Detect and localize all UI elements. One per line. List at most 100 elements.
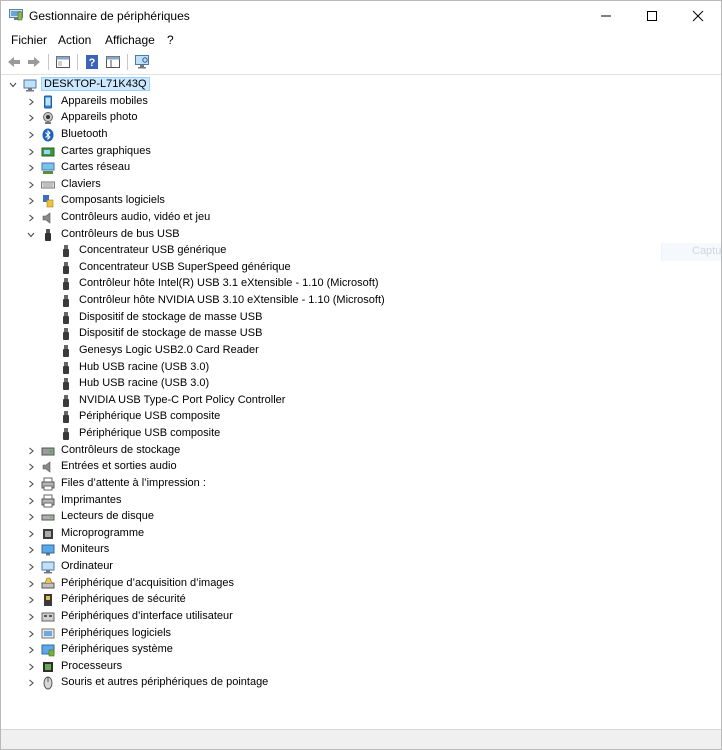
tree-category[interactable]: Bluetooth [1, 127, 701, 144]
tree-item-label: Périphérique USB composite [79, 427, 221, 439]
title-bar[interactable]: Gestionnaire de périphériques [1, 1, 721, 30]
usb-device-icon [63, 245, 69, 258]
tree-category[interactable]: Composants logiciels [1, 193, 701, 210]
tree-category[interactable]: Cartes graphiques [1, 144, 701, 161]
chevron-right-icon[interactable] [26, 462, 36, 472]
tree-usb-device[interactable]: NVIDIA USB Type-C Port Policy Controller [1, 393, 701, 410]
tree-usb-device[interactable]: Dispositif de stockage de masse USB [1, 310, 701, 327]
chevron-right-icon[interactable] [26, 113, 36, 123]
tree-category[interactable]: Imprimantes [1, 493, 701, 510]
tree-item-label: Appareils mobiles [61, 94, 148, 107]
tree-item-label: Files d’attente à l’impression : [61, 476, 206, 489]
tree-usb-device[interactable]: Hub USB racine (USB 3.0) [1, 376, 701, 393]
toolbar: ? [1, 50, 721, 75]
back-button[interactable] [4, 52, 24, 72]
tree-category[interactable]: Souris et autres périphériques de pointa… [1, 675, 701, 692]
tree-category[interactable]: Claviers [1, 177, 701, 194]
tree-category[interactable]: Appareils mobiles [1, 94, 701, 111]
tree-usb-device[interactable]: Concentrateur USB générique [1, 243, 701, 260]
tree-item-label: Contrôleurs audio, vidéo et jeu [61, 211, 211, 223]
chevron-right-icon[interactable] [26, 645, 36, 655]
chevron-right-icon[interactable] [26, 595, 36, 605]
chevron-right-icon[interactable] [26, 97, 36, 107]
tree-usb-device[interactable]: Périphérique USB composite [1, 426, 701, 443]
device-tree[interactable]: DESKTOP-L71K43Q Appareils mobiles Appareil… [1, 77, 721, 727]
tree-category[interactable]: Files d’attente à l’impression : [1, 476, 701, 493]
chevron-down-icon[interactable] [8, 80, 18, 90]
chevron-right-icon[interactable] [26, 579, 36, 589]
chevron-right-icon[interactable] [26, 562, 36, 572]
help-button[interactable]: ? [82, 52, 102, 72]
tree-usb-device[interactable]: Dispositif de stockage de masse USB [1, 326, 701, 343]
tree-category[interactable]: Ordinateur [1, 559, 701, 576]
chevron-right-icon[interactable] [26, 479, 36, 489]
chevron-right-icon[interactable] [26, 529, 36, 539]
chevron-right-icon[interactable] [26, 662, 36, 672]
tooltip-remnant-text: Captu [692, 245, 722, 257]
chevron-right-icon[interactable] [26, 545, 36, 555]
view-button[interactable] [103, 52, 123, 72]
menu-fichier[interactable]: Fichier [11, 33, 47, 47]
tree-category[interactable]: Périphériques de sécurité [1, 592, 701, 609]
forward-button[interactable] [24, 52, 44, 72]
computer-icon [41, 561, 55, 574]
chevron-right-icon[interactable] [26, 213, 36, 223]
tree-root[interactable]: DESKTOP-L71K43Q [1, 77, 701, 94]
usb-device-icon [63, 394, 69, 407]
tree-category-usb-expanded[interactable]: Contrôleurs de bus USB [1, 227, 701, 244]
tree-category[interactable]: Microprogramme [1, 526, 701, 543]
keyboard-icon [41, 181, 55, 189]
tree-category[interactable]: Lecteurs de disque [1, 509, 701, 526]
tree-item-label: Lecteurs de disque [61, 510, 154, 523]
tree-category[interactable]: Contrôleurs de stockage [1, 443, 701, 460]
tree-category[interactable]: Entrées et sorties audio [1, 459, 701, 476]
tree-usb-device[interactable]: Contrôleur hôte Intel(R) USB 3.1 eXtensi… [1, 276, 701, 293]
chevron-right-icon[interactable] [26, 678, 36, 688]
forward-arrow-icon [28, 57, 40, 67]
chevron-right-icon[interactable] [26, 147, 36, 157]
menu-action[interactable]: Action [58, 33, 91, 47]
chevron-right-icon[interactable] [26, 629, 36, 639]
tree-category[interactable]: Cartes réseau [1, 160, 701, 177]
tree-category[interactable]: Périphériques système [1, 642, 701, 659]
display-adapter-icon [41, 147, 55, 156]
tree-usb-device[interactable]: Concentrateur USB SuperSpeed générique [1, 260, 701, 277]
tree-item-label: Périphérique d’acquisition d’images [61, 576, 235, 589]
tree-usb-device[interactable]: Hub USB racine (USB 3.0) [1, 360, 701, 377]
tree-category[interactable]: Périphérique d’acquisition d’images [1, 576, 701, 593]
maximize-button[interactable] [629, 1, 675, 30]
tree-category[interactable]: Contrôleurs audio, vidéo et jeu [1, 210, 701, 227]
tree-category[interactable]: Processeurs [1, 659, 701, 676]
tree-usb-device[interactable]: Périphérique USB composite [1, 409, 701, 426]
tree-category[interactable]: Moniteurs [1, 542, 701, 559]
usb-device-icon [63, 361, 69, 374]
chevron-right-icon[interactable] [26, 163, 36, 173]
chevron-right-icon[interactable] [26, 180, 36, 190]
software-device-icon [41, 628, 55, 638]
window-title: Gestionnaire de périphériques [29, 9, 190, 23]
minimize-button[interactable] [583, 1, 629, 30]
chevron-right-icon[interactable] [26, 130, 36, 140]
monitor-scan-icon [135, 55, 149, 69]
menu-help[interactable]: ? [167, 33, 174, 47]
scan-hardware-button[interactable] [132, 52, 152, 72]
tree-category[interactable]: Appareils photo [1, 110, 701, 127]
processor-icon [43, 661, 53, 672]
tree-usb-device[interactable]: Genesys Logic USB2.0 Card Reader [1, 343, 701, 360]
chevron-right-icon[interactable] [26, 446, 36, 456]
tree-category[interactable]: Périphériques logiciels [1, 626, 701, 643]
properties-button[interactable] [53, 52, 73, 72]
usb-icon [45, 228, 51, 241]
chevron-down-icon[interactable] [26, 230, 36, 240]
chevron-right-icon[interactable] [26, 496, 36, 506]
tree-item-label: NVIDIA USB Type-C Port Policy Controller [79, 393, 286, 406]
menu-affichage[interactable]: Affichage [105, 33, 155, 47]
tree-usb-device[interactable]: Contrôleur hôte NVIDIA USB 3.10 eXtensib… [1, 293, 701, 310]
tree-category[interactable]: Périphériques d’interface utilisateur [1, 609, 701, 626]
close-button[interactable] [675, 1, 721, 30]
chevron-right-icon[interactable] [26, 612, 36, 622]
chevron-right-icon[interactable] [26, 512, 36, 522]
chevron-right-icon[interactable] [26, 196, 36, 206]
storage-controller-icon [41, 447, 55, 456]
tree-item-label: Microprogramme [61, 526, 145, 539]
